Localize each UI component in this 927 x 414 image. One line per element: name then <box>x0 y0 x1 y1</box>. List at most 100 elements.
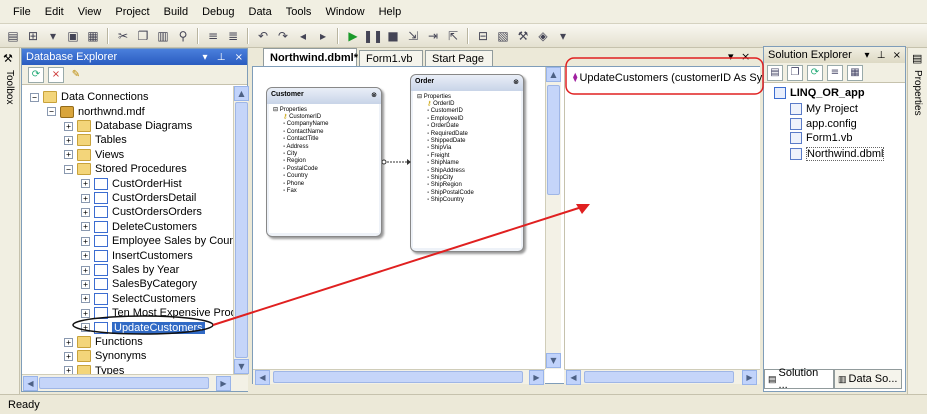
uncomment-icon[interactable]: ≣ <box>224 27 242 45</box>
expand-icon[interactable]: + <box>81 308 90 318</box>
hscroll-thumb[interactable] <box>273 371 523 383</box>
scroll-left-icon[interactable]: ◀ <box>566 370 581 385</box>
step-into-icon[interactable]: ⇲ <box>404 27 422 45</box>
scroll-up-icon[interactable]: ▲ <box>546 67 561 82</box>
menu-window[interactable]: Window <box>318 6 371 18</box>
refresh-icon[interactable]: ⟳ <box>807 64 823 81</box>
view-code-icon[interactable]: ≡ <box>827 64 843 81</box>
tab-list-icon[interactable]: ▾ <box>728 50 734 63</box>
close-icon[interactable]: × <box>893 50 901 61</box>
menu-file[interactable]: File <box>6 6 38 18</box>
entity-property[interactable]: ▪ ShipRegion <box>413 182 521 189</box>
solution-item[interactable]: My Project <box>790 103 858 115</box>
stored-procedure-item[interactable]: + Ten Most Expensive Produ <box>81 306 243 321</box>
expand-icon[interactable]: + <box>81 236 90 246</box>
expand-icon[interactable]: + <box>81 279 90 289</box>
entity-property[interactable]: ▪ Fax <box>269 188 379 195</box>
undo-icon[interactable]: ↶ <box>254 27 272 45</box>
step-over-icon[interactable]: ⇥ <box>424 27 442 45</box>
tab-start-page[interactable]: Start Page <box>425 50 493 67</box>
stored-procedure-item[interactable]: + CustOrdersDetail <box>81 191 196 206</box>
close-icon[interactable]: × <box>235 52 243 63</box>
entity-property[interactable]: ▪ RequiredDate <box>413 131 521 138</box>
expand-icon[interactable]: + <box>81 207 90 217</box>
scroll-up-icon[interactable]: ▲ <box>234 86 249 101</box>
collapse-icon[interactable]: − <box>30 92 39 102</box>
collapse-icon[interactable]: − <box>64 164 73 174</box>
entity-property[interactable]: ▪ ContactName <box>269 129 379 136</box>
solution-project[interactable]: LINQ_OR_app <box>774 87 865 99</box>
expand-icon[interactable]: + <box>81 179 90 189</box>
tree-vertical-scrollbar[interactable]: ▲ ▼ <box>233 86 249 374</box>
properties-section-header[interactable]: ⊟ Properties <box>269 106 379 114</box>
tree-node[interactable]: − Stored Procedures <box>64 162 187 177</box>
stored-procedure-item[interactable]: + CustOrderHist <box>81 176 182 191</box>
expand-icon[interactable]: + <box>81 323 90 333</box>
stored-procedure-item[interactable]: + InsertCustomers <box>81 248 193 263</box>
entity-property[interactable]: ▪ Address <box>269 144 379 151</box>
toolbar-options-icon[interactable]: ▾ <box>554 27 572 45</box>
view-designer-icon[interactable]: ▦ <box>847 64 863 81</box>
scroll-thumb[interactable] <box>235 102 248 358</box>
entity-property[interactable]: ▪ ContactTitle <box>269 136 379 143</box>
tab-solution-explorer[interactable]: ▤ Solution ... <box>764 367 834 391</box>
properties-section-header[interactable]: ⊟ Properties <box>413 93 521 101</box>
association-line[interactable] <box>382 157 412 167</box>
entity-property[interactable]: ▪ Freight <box>413 153 521 160</box>
order-entity[interactable]: Order ⊗ ⊟ Properties ⚷ OrderID ▪ CustomerI… <box>410 74 524 252</box>
tree-node[interactable]: + Synonyms <box>64 349 146 364</box>
entity-property[interactable]: ⚷ CustomerID <box>269 114 379 121</box>
expand-icon[interactable]: + <box>81 265 90 275</box>
tree-node[interactable]: − Data Connections <box>30 90 148 105</box>
tree-node[interactable]: + Views <box>64 148 124 163</box>
expand-icon[interactable]: + <box>64 337 73 347</box>
properties-icon[interactable]: ▤ <box>767 64 783 81</box>
methods-horizontal-scrollbar[interactable]: ◀ ▶ <box>564 369 760 385</box>
tab-form1-vb[interactable]: Form1.vb <box>359 50 423 67</box>
solution-item[interactable]: Northwind.dbml <box>790 146 885 161</box>
expand-icon[interactable]: + <box>64 121 73 131</box>
menu-debug[interactable]: Debug <box>195 6 241 18</box>
menu-view[interactable]: View <box>71 6 109 18</box>
expand-icon[interactable]: + <box>64 135 73 145</box>
stored-procedure-item[interactable]: + SalesByCategory <box>81 277 197 292</box>
toolbox-icon[interactable]: ⚒ <box>514 27 532 45</box>
scroll-down-icon[interactable]: ▼ <box>546 353 561 368</box>
dropdown-icon[interactable]: ▾ <box>202 52 207 63</box>
tree-node[interactable]: + Functions <box>64 335 143 350</box>
expand-icon[interactable]: + <box>64 150 73 160</box>
menu-project[interactable]: Project <box>108 6 156 18</box>
pin-icon[interactable]: ⊥ <box>217 52 226 63</box>
expand-icon[interactable]: + <box>81 294 90 304</box>
tab-northwind-dbml-[interactable]: Northwind.dbml* <box>263 48 358 67</box>
properties-tab[interactable]: Properties <box>912 70 923 116</box>
scroll-left-icon[interactable]: ◀ <box>255 370 270 385</box>
show-all-files-icon[interactable]: ❐ <box>787 64 803 81</box>
copy-icon[interactable]: ❐ <box>134 27 152 45</box>
solution-item[interactable]: Form1.vb <box>790 132 852 144</box>
paste-icon[interactable]: ▥ <box>154 27 172 45</box>
entity-property[interactable]: ▪ ShipCountry <box>413 197 521 204</box>
close-document-icon[interactable]: × <box>741 50 750 63</box>
menu-edit[interactable]: Edit <box>38 6 71 18</box>
navigate-forward-icon[interactable]: ▸ <box>314 27 332 45</box>
toolbox-tab[interactable]: Toolbox <box>4 70 15 104</box>
save-all-icon[interactable]: ▦ <box>84 27 102 45</box>
menu-tools[interactable]: Tools <box>279 6 319 18</box>
entity-property[interactable]: ▪ OrderDate <box>413 123 521 130</box>
open-icon[interactable]: ▾ <box>44 27 62 45</box>
step-out-icon[interactable]: ⇱ <box>444 27 462 45</box>
tree-horizontal-scrollbar[interactable]: ◀ ▶ <box>22 374 248 391</box>
entity-property[interactable]: ▪ CompanyName <box>269 121 379 128</box>
dropdown-icon[interactable]: ▾ <box>864 50 869 61</box>
entity-property[interactable]: ▪ ShipVia <box>413 145 521 152</box>
stored-procedure-item[interactable]: + DeleteCustomers <box>81 220 197 235</box>
tree-node[interactable]: + Database Diagrams <box>64 119 192 134</box>
find-icon[interactable]: ⚲ <box>174 27 192 45</box>
entity-property[interactable]: ▪ ShipCity <box>413 175 521 182</box>
solution-item[interactable]: app.config <box>790 117 857 130</box>
stored-procedure-item[interactable]: + SelectCustomers <box>81 292 196 307</box>
entity-property[interactable]: ▪ ShippedDate <box>413 138 521 145</box>
stored-procedure-item[interactable]: + UpdateCustomers <box>81 320 205 335</box>
start-debug-icon[interactable]: ▶ <box>344 27 362 45</box>
